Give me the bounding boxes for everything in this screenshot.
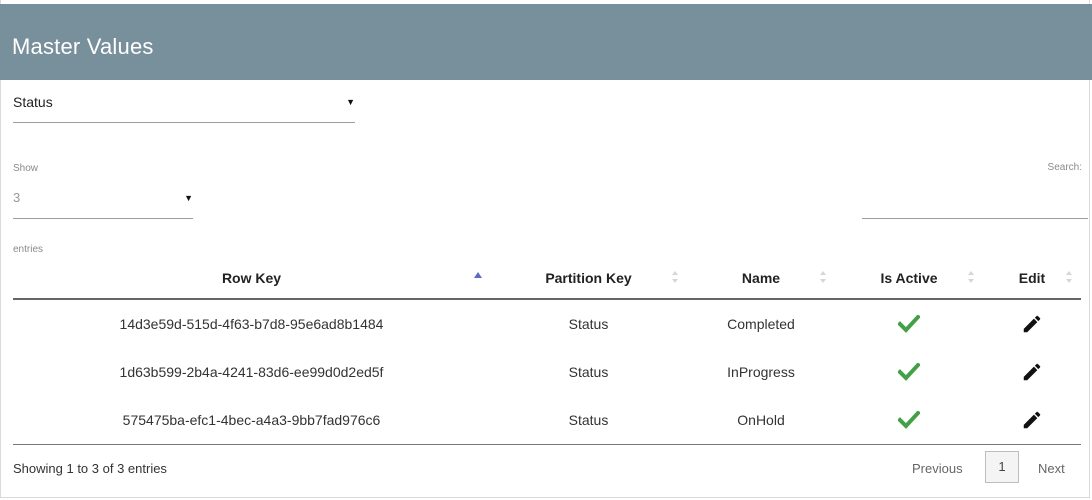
master-values-table: Row Key Partition Key Name Is Active Edi… bbox=[13, 258, 1081, 445]
is-active-cell bbox=[835, 299, 983, 348]
pencil-icon[interactable] bbox=[1021, 313, 1043, 335]
column-header-label: Edit bbox=[1018, 270, 1046, 286]
search-input[interactable] bbox=[862, 184, 1088, 219]
partition-key-cell: Status bbox=[568, 316, 609, 332]
table-info: Showing 1 to 3 of 3 entries bbox=[13, 461, 167, 476]
name-cell: Completed bbox=[727, 316, 795, 332]
previous-page-button[interactable]: Previous bbox=[912, 461, 963, 476]
column-header-label: Partition Key bbox=[545, 270, 632, 286]
table-row: 575475ba-efc1-4bec-a4a3-9bb7fad976c6 Sta… bbox=[13, 396, 1081, 445]
column-header-label: Is Active bbox=[880, 270, 938, 286]
show-label: Show bbox=[13, 163, 39, 174]
partition-key-cell: Status bbox=[568, 364, 609, 380]
type-select[interactable]: Status ▼ bbox=[13, 88, 355, 123]
column-header-label: Row Key bbox=[221, 270, 282, 286]
entries-length-value: 3 bbox=[13, 190, 21, 205]
caret-down-icon: ▼ bbox=[346, 97, 355, 107]
row-key-cell: 1d63b599-2b4a-4241-83d6-ee99d0d2ed5f bbox=[119, 364, 384, 380]
column-header-partition-key[interactable]: Partition Key bbox=[490, 258, 687, 300]
pencil-icon[interactable] bbox=[1021, 409, 1043, 431]
column-header-label: Name bbox=[741, 270, 781, 286]
is-active-cell bbox=[835, 396, 983, 445]
page-title: Master Values bbox=[12, 34, 154, 59]
is-active-cell bbox=[835, 348, 983, 396]
entries-label: entries bbox=[13, 244, 44, 255]
edit-cell bbox=[983, 299, 1081, 348]
edit-cell bbox=[983, 348, 1081, 396]
sort-both-icon bbox=[1065, 270, 1073, 284]
edit-cell bbox=[983, 396, 1081, 445]
sort-both-icon bbox=[819, 270, 827, 284]
sort-both-icon bbox=[967, 270, 975, 284]
column-header-name[interactable]: Name bbox=[687, 258, 835, 300]
check-icon bbox=[898, 363, 920, 382]
page-1-button[interactable]: 1 bbox=[985, 451, 1019, 483]
row-key-cell: 14d3e59d-515d-4f63-b7d8-95e6ad8b1484 bbox=[119, 316, 384, 332]
sort-both-icon bbox=[671, 270, 679, 284]
table-row: 14d3e59d-515d-4f63-b7d8-95e6ad8b1484 Sta… bbox=[13, 299, 1081, 348]
check-icon bbox=[898, 411, 920, 430]
table-row: 1d63b599-2b4a-4241-83d6-ee99d0d2ed5f Sta… bbox=[13, 348, 1081, 396]
row-key-cell: 575475ba-efc1-4bec-a4a3-9bb7fad976c6 bbox=[13, 396, 490, 445]
column-header-row-key[interactable]: Row Key bbox=[13, 258, 490, 300]
entries-length-select[interactable]: 3 ▼ bbox=[13, 184, 193, 219]
column-header-edit[interactable]: Edit bbox=[983, 258, 1081, 300]
partition-key-cell: Status bbox=[490, 396, 687, 445]
caret-down-icon: ▼ bbox=[184, 193, 193, 203]
table-header-row: Row Key Partition Key Name Is Active Edi… bbox=[13, 258, 1081, 300]
sort-ascending-icon bbox=[474, 270, 482, 284]
search-label: Search: bbox=[1047, 162, 1082, 173]
column-header-is-active[interactable]: Is Active bbox=[835, 258, 983, 300]
name-cell: OnHold bbox=[687, 396, 835, 445]
type-select-value: Status bbox=[13, 94, 53, 110]
page-header: Master Values bbox=[0, 4, 1092, 80]
next-page-button[interactable]: Next bbox=[1038, 461, 1065, 476]
pencil-icon[interactable] bbox=[1021, 361, 1043, 383]
check-icon bbox=[898, 315, 920, 334]
name-cell: InProgress bbox=[727, 364, 795, 380]
